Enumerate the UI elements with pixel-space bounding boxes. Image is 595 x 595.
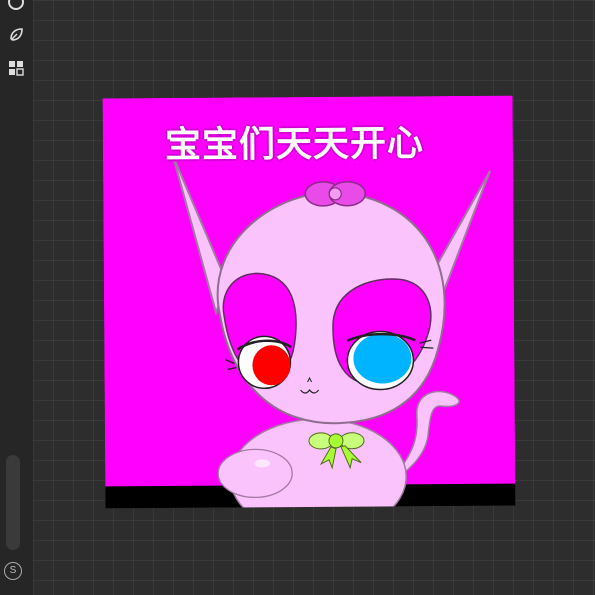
leaf-icon[interactable] [6,25,26,45]
vertical-scrollbar[interactable] [6,455,20,550]
s-circle-button[interactable]: S [4,562,22,580]
left-toolbar: S [0,0,34,595]
drawing-app: S 宝宝们天天开心 [0,0,595,595]
cat-artwork: 宝宝们天天开心 [102,95,516,509]
circle-icon[interactable] [6,0,26,12]
artwork-caption: 宝宝们天天开心 [164,123,425,167]
grid-icon[interactable] [6,58,26,78]
